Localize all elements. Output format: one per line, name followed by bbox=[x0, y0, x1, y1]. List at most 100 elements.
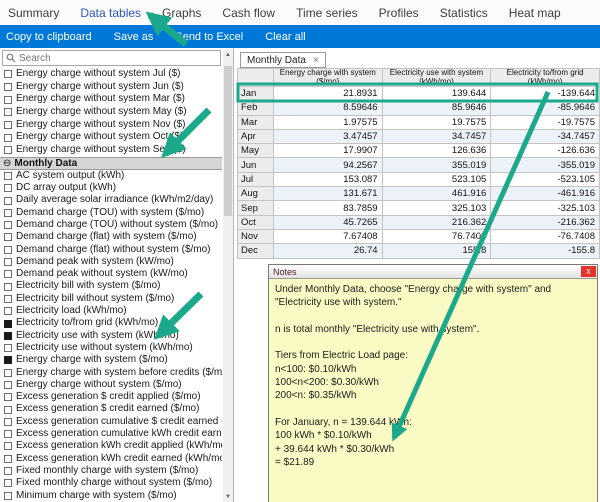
tab-graphs[interactable]: Graphs bbox=[162, 6, 201, 20]
tab-data-tables[interactable]: Data tables bbox=[80, 6, 141, 20]
scrollbar-thumb[interactable] bbox=[224, 66, 232, 216]
checkbox[interactable] bbox=[4, 283, 12, 291]
checkbox[interactable] bbox=[4, 393, 12, 401]
variable-label: Excess generation $ credit earned ($/mo) bbox=[16, 403, 199, 415]
checkbox[interactable] bbox=[4, 356, 12, 364]
checkbox[interactable] bbox=[4, 406, 12, 414]
notes-close-button[interactable]: x bbox=[581, 266, 596, 277]
checkbox[interactable] bbox=[4, 418, 12, 426]
variable-item[interactable]: Excess generation $ credit applied ($/mo… bbox=[0, 391, 222, 403]
variable-item[interactable]: Energy charge with system ($/mo) bbox=[0, 354, 222, 366]
checkbox[interactable] bbox=[4, 184, 12, 192]
variable-item[interactable]: Minimum charge with system ($/mo) bbox=[0, 490, 222, 502]
checkbox[interactable] bbox=[4, 209, 12, 217]
variable-item[interactable]: Energy charge without system Mar ($) bbox=[0, 93, 222, 106]
checkbox[interactable] bbox=[4, 233, 12, 241]
save-as-button[interactable]: Save as bbox=[114, 31, 154, 43]
variable-item[interactable]: Demand charge (TOU) with system ($/mo) bbox=[0, 207, 222, 219]
variable-label: Minimum charge with system ($/mo) bbox=[16, 490, 177, 502]
variable-item[interactable]: Demand charge (TOU) without system ($/mo… bbox=[0, 219, 222, 231]
variable-item[interactable]: Energy charge without system Sep ($) bbox=[0, 144, 222, 157]
variable-item[interactable]: Electricity use with system (kWh/mo) bbox=[0, 330, 222, 342]
checkbox[interactable] bbox=[4, 430, 12, 438]
checkbox[interactable] bbox=[4, 221, 12, 229]
checkbox[interactable] bbox=[4, 134, 12, 142]
checkbox[interactable] bbox=[4, 295, 12, 303]
checkbox[interactable] bbox=[4, 455, 12, 463]
tab-statistics[interactable]: Statistics bbox=[440, 6, 488, 20]
copy-to-clipboard-button[interactable]: Copy to clipboard bbox=[6, 31, 92, 43]
variable-item[interactable]: Demand peak without system (kW/mo) bbox=[0, 268, 222, 280]
variable-item[interactable]: Demand charge (flat) with system ($/mo) bbox=[0, 231, 222, 243]
document-tab-monthly-data[interactable]: Monthly Data × bbox=[240, 52, 326, 68]
tab-heat-map[interactable]: Heat map bbox=[509, 6, 561, 20]
checkbox[interactable] bbox=[4, 70, 12, 78]
checkbox[interactable] bbox=[4, 320, 12, 328]
checkbox[interactable] bbox=[4, 332, 12, 340]
checkbox[interactable] bbox=[4, 258, 12, 266]
scroll-up-icon[interactable]: ▲ bbox=[223, 50, 233, 60]
variable-item[interactable]: Fixed monthly charge without system ($/m… bbox=[0, 477, 222, 489]
clear-all-button[interactable]: Clear all bbox=[265, 31, 305, 43]
collapse-icon[interactable]: ⊖ bbox=[3, 157, 11, 170]
variable-item[interactable]: AC system output (kWh) bbox=[0, 170, 222, 182]
scrollbar[interactable]: ▲ ▼ bbox=[223, 50, 233, 502]
section-header-monthly-data[interactable]: ⊖Monthly Data bbox=[0, 157, 222, 170]
checkbox[interactable] bbox=[4, 307, 12, 315]
variable-item[interactable]: Excess generation cumulative $ credit ea… bbox=[0, 416, 222, 428]
checkbox[interactable] bbox=[4, 381, 12, 389]
variable-item[interactable]: Excess generation kWh credit applied (kW… bbox=[0, 440, 222, 452]
variable-item[interactable]: Demand charge (flat) without system ($/m… bbox=[0, 244, 222, 256]
variable-item[interactable]: Daily average solar irradiance (kWh/m2/d… bbox=[0, 194, 222, 206]
variable-item[interactable]: Fixed monthly charge with system ($/mo) bbox=[0, 465, 222, 477]
checkbox[interactable] bbox=[4, 369, 12, 377]
checkbox[interactable] bbox=[4, 197, 12, 205]
variable-label: Energy charge with system ($/mo) bbox=[16, 354, 168, 366]
variable-item[interactable]: DC array output (kWh) bbox=[0, 182, 222, 194]
variable-item[interactable]: Electricity use without system (kWh/mo) bbox=[0, 342, 222, 354]
variable-item[interactable]: Excess generation cumulative kWh credit … bbox=[0, 428, 222, 440]
checkbox[interactable] bbox=[4, 121, 12, 129]
checkbox[interactable] bbox=[4, 146, 12, 154]
variable-item[interactable]: Electricity bill without system ($/mo) bbox=[0, 293, 222, 305]
search-input[interactable] bbox=[19, 53, 189, 64]
checkbox[interactable] bbox=[4, 108, 12, 116]
checkbox[interactable] bbox=[4, 172, 12, 180]
checkbox[interactable] bbox=[4, 442, 12, 450]
document-tab-label: Monthly Data bbox=[247, 55, 306, 66]
variable-item[interactable]: Energy charge without system Jun ($) bbox=[0, 81, 222, 94]
variable-item[interactable]: Demand peak with system (kW/mo) bbox=[0, 256, 222, 268]
search-box[interactable] bbox=[2, 50, 221, 66]
tab-time-series[interactable]: Time series bbox=[296, 6, 358, 20]
close-tab-icon[interactable]: × bbox=[313, 55, 319, 66]
variable-item[interactable]: Energy charge without system Oct ($) bbox=[0, 131, 222, 144]
tab-cash-flow[interactable]: Cash flow bbox=[222, 6, 275, 20]
variable-item[interactable]: Energy charge without system May ($) bbox=[0, 106, 222, 119]
variable-item[interactable]: Excess generation $ credit earned ($/mo) bbox=[0, 403, 222, 415]
notes-titlebar[interactable]: Notes x bbox=[269, 265, 597, 279]
table-cell: 19.7575 bbox=[382, 115, 491, 129]
checkbox[interactable] bbox=[4, 246, 12, 254]
variable-item[interactable]: Electricity to/from grid (kWh/mo) bbox=[0, 317, 222, 329]
variable-item[interactable]: Energy charge without system Nov ($) bbox=[0, 119, 222, 132]
variable-item[interactable]: Excess generation kWh credit earned (kWh… bbox=[0, 453, 222, 465]
variable-item[interactable]: Electricity bill with system ($/mo) bbox=[0, 280, 222, 292]
variable-item[interactable]: Energy charge with system before credits… bbox=[0, 367, 222, 379]
variable-item[interactable]: Energy charge without system ($/mo) bbox=[0, 379, 222, 391]
checkbox[interactable] bbox=[4, 83, 12, 91]
variable-item[interactable]: Energy charge without system Jul ($) bbox=[0, 68, 222, 81]
notes-window[interactable]: Notes x Under Monthly Data, choose "Ener… bbox=[268, 264, 598, 502]
checkbox[interactable] bbox=[4, 270, 12, 278]
checkbox[interactable] bbox=[4, 467, 12, 475]
tab-summary[interactable]: Summary bbox=[8, 6, 59, 20]
notes-line: 100 kWh * $0.10/kWh bbox=[275, 429, 591, 442]
checkbox[interactable] bbox=[4, 344, 12, 352]
checkbox[interactable] bbox=[4, 479, 12, 487]
variable-item[interactable]: Electricity load (kWh/mo) bbox=[0, 305, 222, 317]
tab-profiles[interactable]: Profiles bbox=[379, 6, 419, 20]
scroll-down-icon[interactable]: ▼ bbox=[223, 492, 233, 502]
checkbox[interactable] bbox=[4, 96, 12, 104]
checkbox[interactable] bbox=[4, 492, 12, 500]
notes-line: "Electricity use with system." bbox=[275, 296, 591, 309]
send-to-excel-button[interactable]: Send to Excel bbox=[175, 31, 243, 43]
